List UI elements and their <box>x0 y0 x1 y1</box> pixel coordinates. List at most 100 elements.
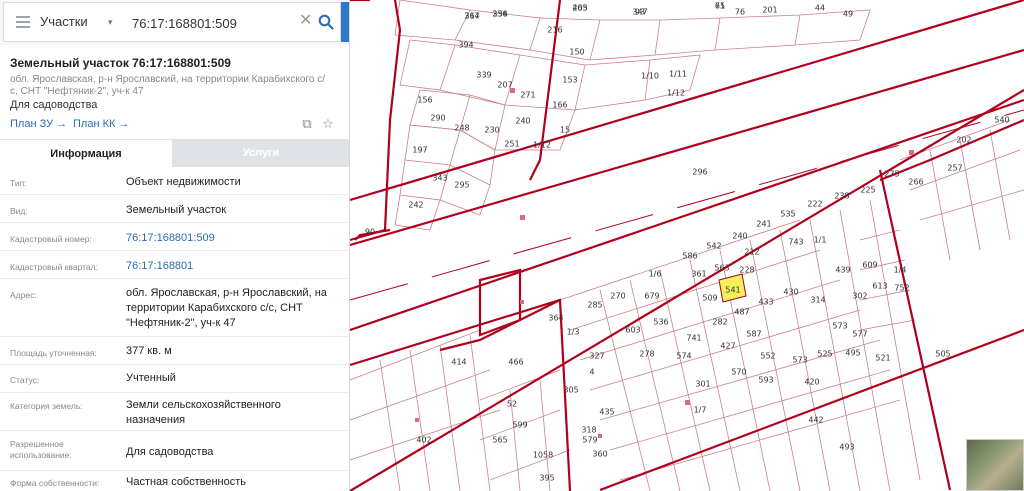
plot-number[interactable]: 216 <box>547 26 562 35</box>
plot-number[interactable]: 577 <box>852 330 867 339</box>
plot-number[interactable]: 242 <box>408 201 423 210</box>
plot-number[interactable]: 552 <box>760 352 775 361</box>
plot-number[interactable]: 153 <box>562 76 577 85</box>
plot-number[interactable]: 593 <box>758 376 773 385</box>
cadastral-number-link[interactable]: 76:17:168801:509 <box>126 231 341 246</box>
plot-number[interactable]: 197 <box>412 146 427 155</box>
plot-number[interactable]: 493 <box>839 443 854 452</box>
plot-number[interactable]: 228 <box>739 266 754 275</box>
plot-number[interactable]: 420 <box>804 378 819 387</box>
plot-number[interactable]: 347 <box>632 8 647 17</box>
plot-number[interactable]: 285 <box>587 301 602 310</box>
plot-number[interactable]: 743 <box>788 238 803 247</box>
plot-number[interactable]: 222 <box>807 200 822 209</box>
plot-number[interactable]: 679 <box>644 292 659 301</box>
plot-number[interactable]: 212 <box>744 248 759 257</box>
plot-number[interactable]: 427 <box>720 342 735 351</box>
plot-number[interactable]: 1/12 <box>667 89 685 98</box>
tab-info[interactable]: Информация <box>0 139 172 167</box>
plot-number[interactable]: 360 <box>592 450 607 459</box>
plot-number[interactable]: 271 <box>520 91 535 100</box>
satellite-layer-thumbnail[interactable] <box>966 439 1024 491</box>
plot-number[interactable]: 394 <box>458 41 473 50</box>
plot-number[interactable]: 202 <box>956 136 971 145</box>
plot-number[interactable]: 565 <box>492 436 507 445</box>
plot-number[interactable]: 356 <box>492 10 507 19</box>
plot-number[interactable]: 339 <box>476 71 491 80</box>
plot-number[interactable]: 439 <box>835 266 850 275</box>
plot-number[interactable]: 314 <box>810 296 825 305</box>
plot-number[interactable]: 1/12 <box>533 141 551 150</box>
plot-number[interactable]: 44 <box>815 4 825 13</box>
plot-number[interactable]: 573 <box>832 322 847 331</box>
chevron-down-icon[interactable]: ▾ <box>108 17 113 28</box>
plot-number[interactable]: 741 <box>686 334 701 343</box>
plot-number[interactable]: 201 <box>762 6 777 15</box>
plot-number[interactable]: 251 <box>504 140 519 149</box>
plot-number[interactable]: 327 <box>589 352 604 361</box>
plot-number[interactable]: 599 <box>512 421 527 430</box>
plot-number[interactable]: 305 <box>563 386 578 395</box>
plot-number[interactable]: 466 <box>508 358 523 367</box>
plot-number[interactable]: 282 <box>712 318 727 327</box>
plot-number[interactable]: 76 <box>735 8 745 17</box>
plot-number[interactable]: 1/10 <box>641 72 659 81</box>
plot-number[interactable]: 150 <box>569 48 584 57</box>
plot-number[interactable]: 290 <box>430 114 445 123</box>
plot-number[interactable]: 257 <box>947 164 962 173</box>
plot-number[interactable]: 343 <box>432 174 447 183</box>
plot-number[interactable]: 435 <box>599 408 614 417</box>
plot-number[interactable]: 49 <box>843 10 853 19</box>
plot-number[interactable]: 240 <box>732 232 747 241</box>
plot-number[interactable]: 1/3 <box>567 328 580 337</box>
plot-number[interactable]: 301 <box>695 380 710 389</box>
collapse-panel-button[interactable]: ‹ <box>341 2 349 42</box>
plot-number[interactable]: 1/6 <box>649 270 662 279</box>
plot-number[interactable]: 266 <box>908 178 923 187</box>
plot-number[interactable]: 318 <box>581 426 596 435</box>
plot-number[interactable]: 586 <box>682 252 697 261</box>
plot-number[interactable]: 240 <box>515 117 530 126</box>
search-icon[interactable] <box>318 14 334 30</box>
plot-number[interactable]: 541 <box>725 286 740 295</box>
plot-number[interactable]: 402 <box>416 436 431 445</box>
plot-number[interactable]: 275 <box>884 170 899 179</box>
plot-number[interactable]: 248 <box>454 124 469 133</box>
plot-number[interactable]: 752 <box>894 284 909 293</box>
close-icon[interactable]: ✕ <box>299 13 312 29</box>
plot-number[interactable]: 15 <box>560 126 570 135</box>
plot-number[interactable]: 414 <box>451 358 466 367</box>
plot-number[interactable]: 430 <box>783 288 798 297</box>
plot-number[interactable]: 166 <box>552 101 567 110</box>
plot-number[interactable]: 361 <box>691 270 706 279</box>
plot-number[interactable]: 609 <box>862 261 877 270</box>
plot-number[interactable]: 563 <box>714 264 729 273</box>
plot-number[interactable]: 525 <box>817 350 832 359</box>
plot-number[interactable]: 241 <box>756 220 771 229</box>
plot-number[interactable]: 603 <box>625 326 640 335</box>
plot-number[interactable]: 1058 <box>533 451 553 460</box>
plot-number[interactable]: 52 <box>507 400 517 409</box>
plot-number[interactable]: 90 <box>365 228 375 237</box>
plot-number[interactable]: 495 <box>845 349 860 358</box>
plot-number[interactable]: 613 <box>872 282 887 291</box>
plot-number[interactable]: 302 <box>852 292 867 301</box>
plot-number[interactable]: 433 <box>758 298 773 307</box>
layers-icon[interactable]: ⧉ <box>300 117 314 131</box>
plot-number[interactable]: 207 <box>497 81 512 90</box>
plot-number[interactable]: 570 <box>731 368 746 377</box>
plot-number[interactable]: 579 <box>582 436 597 445</box>
plot-number[interactable]: 1/1 <box>814 236 827 245</box>
plot-number[interactable]: 1/7 <box>694 406 707 415</box>
plot-number[interactable]: 540 <box>994 116 1009 125</box>
plot-number[interactable]: 364 <box>548 314 563 323</box>
plot-number[interactable]: 535 <box>780 210 795 219</box>
plot-number[interactable]: 61 <box>715 2 725 11</box>
plot-number[interactable]: 521 <box>875 354 890 363</box>
plan-zu-link[interactable]: План ЗУ → <box>10 118 67 130</box>
plot-number[interactable]: 156 <box>417 96 432 105</box>
plot-number[interactable]: 295 <box>454 181 469 190</box>
plot-number[interactable]: 230 <box>484 126 499 135</box>
plan-kk-link[interactable]: План КК → <box>73 118 129 130</box>
plot-number[interactable]: 574 <box>676 352 691 361</box>
